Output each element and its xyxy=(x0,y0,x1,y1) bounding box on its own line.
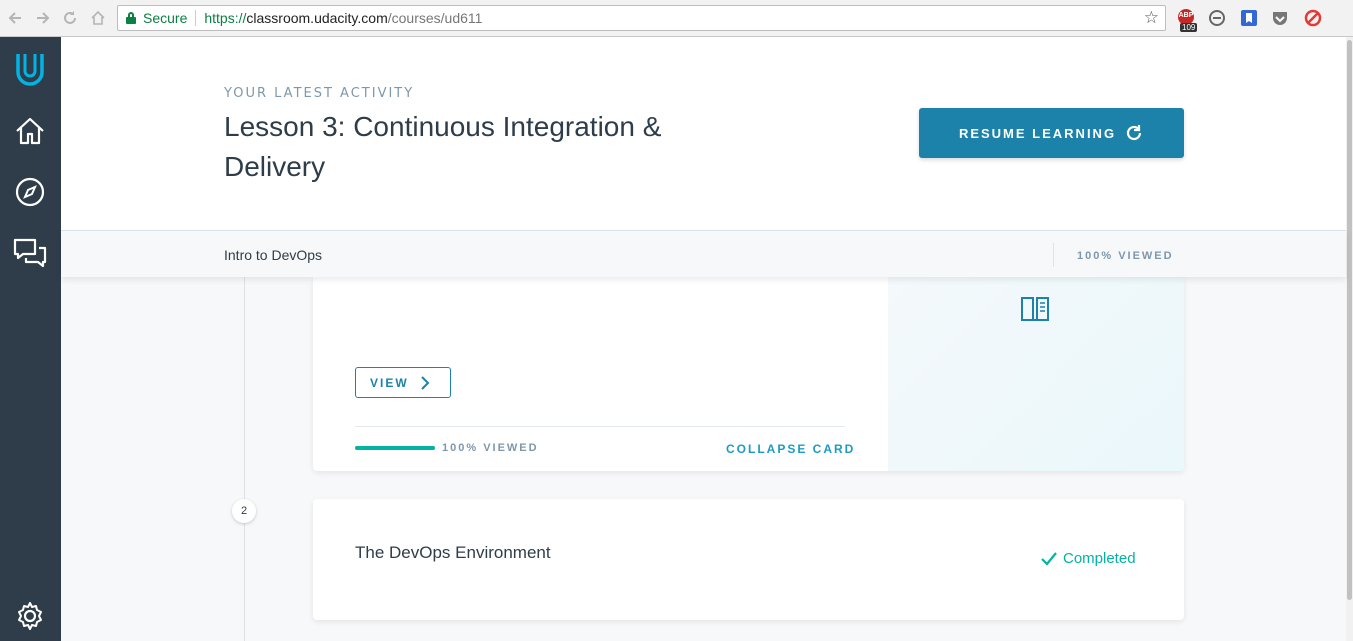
card-side-panel xyxy=(888,277,1184,471)
latest-activity-eyebrow: YOUR LATEST ACTIVITY xyxy=(224,86,415,101)
completed-label: Completed xyxy=(1063,550,1136,567)
lesson-card-2[interactable]: The DevOps Environment Completed xyxy=(313,499,1184,620)
resume-icon xyxy=(1126,125,1142,141)
chat-icon[interactable] xyxy=(9,233,51,275)
course-name[interactable]: Intro to DevOps xyxy=(224,247,322,263)
book-icon xyxy=(1020,295,1050,328)
browser-toolbar: Secure https://classroom.udacity.com/cou… xyxy=(0,0,1353,37)
collapse-card-link[interactable]: COLLAPSE CARD xyxy=(726,442,855,456)
resume-learning-label: RESUME LEARNING xyxy=(958,125,1117,141)
scrollbar-thumb[interactable] xyxy=(1347,40,1352,600)
block-extension-icon[interactable] xyxy=(1304,9,1322,27)
resume-learning-button[interactable]: RESUME LEARNING xyxy=(919,108,1184,158)
gear-icon[interactable] xyxy=(9,595,51,637)
checkmark-icon xyxy=(1041,551,1057,566)
adblock-extension-icon[interactable]: ABP 109 xyxy=(1177,9,1198,32)
lesson-timeline xyxy=(244,277,245,641)
progress-fill xyxy=(355,446,435,450)
url-path: /courses/ud611 xyxy=(387,10,483,26)
lesson-card-title[interactable]: The DevOps Environment xyxy=(355,543,551,563)
lesson-card-1: VIEW 100% VIEWED COLLAPSE CARD xyxy=(313,277,1184,471)
reload-icon[interactable] xyxy=(60,8,80,28)
view-label: VIEW xyxy=(370,375,409,390)
forward-icon[interactable] xyxy=(32,8,52,28)
bookmark-extension-icon[interactable] xyxy=(1240,9,1258,27)
compass-icon[interactable] xyxy=(9,171,51,213)
course-viewed-status: 100% VIEWED xyxy=(1077,250,1174,262)
address-bar[interactable]: Secure https://classroom.udacity.com/cou… xyxy=(117,5,1166,31)
chevron-right-icon xyxy=(420,375,430,390)
udacity-logo-icon[interactable] xyxy=(9,48,51,90)
card-viewed-status: 100% VIEWED xyxy=(442,442,539,454)
pocket-extension-icon[interactable] xyxy=(1271,9,1289,27)
url-protocol: https:// xyxy=(204,10,247,26)
bookmark-star-icon[interactable]: ☆ xyxy=(1144,8,1159,28)
lock-icon xyxy=(126,12,136,24)
browser-home-icon[interactable] xyxy=(88,8,108,28)
latest-activity-header: YOUR LATEST ACTIVITY Lesson 3: Continuou… xyxy=(61,37,1346,230)
view-button[interactable]: VIEW xyxy=(355,367,451,398)
step-number-badge: 2 xyxy=(232,499,256,523)
completed-status: Completed xyxy=(1041,550,1136,567)
url-host: classroom.udacity.com xyxy=(246,10,388,26)
course-bar: Intro to DevOps 100% VIEWED xyxy=(61,230,1346,277)
secure-label: Secure xyxy=(143,10,188,26)
home-icon[interactable] xyxy=(9,110,51,152)
sync-extension-icon[interactable] xyxy=(1208,9,1226,27)
back-icon[interactable] xyxy=(6,8,26,28)
progress-bar xyxy=(355,446,435,450)
lesson-title[interactable]: Lesson 3: Continuous Integration & Deliv… xyxy=(224,107,664,187)
sidebar xyxy=(0,37,61,641)
